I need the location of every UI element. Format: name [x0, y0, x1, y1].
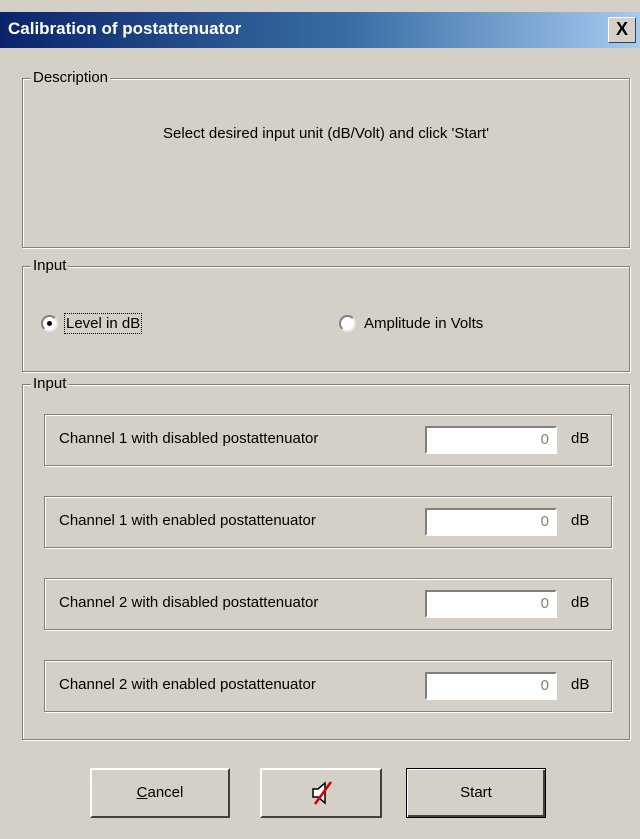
description-group: Description Select desired input unit (d…: [22, 69, 630, 248]
channel-row: Channel 1 with disabled postattenuator 0…: [44, 414, 612, 466]
calibration-dialog: Calibration of postattenuator X Descript…: [0, 0, 640, 839]
channels-legend: Input: [31, 375, 69, 393]
input-mode-legend: Input: [31, 257, 69, 275]
channel-unit: dB: [571, 676, 590, 693]
mute-button[interactable]: [260, 768, 382, 818]
radio-level-db[interactable]: Level in dB: [41, 313, 143, 334]
channel-unit: dB: [571, 594, 590, 611]
radio-level-db-label[interactable]: Level in dB: [63, 313, 143, 334]
description-legend: Description: [31, 69, 111, 87]
channel-label: Channel 1 with enabled postattenuator: [59, 512, 316, 529]
cancel-button[interactable]: Cancel: [90, 768, 230, 818]
radio-amplitude-volts-label[interactable]: Amplitude in Volts: [364, 315, 483, 332]
channel-label: Channel 2 with enabled postattenuator: [59, 676, 316, 693]
start-button[interactable]: Start: [406, 768, 546, 818]
channel-unit: dB: [571, 512, 590, 529]
close-button[interactable]: X: [608, 17, 636, 43]
radio-amplitude-volts[interactable]: Amplitude in Volts: [339, 315, 483, 332]
description-text: Select desired input unit (dB/Volt) and …: [163, 125, 489, 142]
cancel-mnemonic: C: [136, 784, 148, 801]
speaker-muted-icon: [310, 780, 334, 806]
channel-value-input[interactable]: 0: [425, 590, 557, 618]
channel-label: Channel 2 with disabled postattenuator: [59, 594, 319, 611]
channel-row: Channel 1 with enabled postattenuator 0 …: [44, 496, 612, 548]
radio-level-db-indicator[interactable]: [41, 315, 58, 332]
cancel-label: ancel: [147, 784, 184, 801]
channel-label: Channel 1 with disabled postattenuator: [59, 430, 319, 447]
window-title: Calibration of postattenuator: [8, 19, 242, 38]
channel-row: Channel 2 with disabled postattenuator 0…: [44, 578, 612, 630]
input-mode-group: Input Level in dB Amplitude in Volts: [22, 257, 630, 372]
channel-value-input[interactable]: 0: [425, 426, 557, 454]
channel-unit: dB: [571, 430, 590, 447]
radio-selected-dot: [47, 321, 52, 326]
title-bar[interactable]: Calibration of postattenuator X: [0, 12, 640, 48]
channel-value-input[interactable]: 0: [425, 508, 557, 536]
radio-amplitude-volts-indicator[interactable]: [339, 315, 356, 332]
channel-row: Channel 2 with enabled postattenuator 0 …: [44, 660, 612, 712]
channel-value-input[interactable]: 0: [425, 672, 557, 700]
